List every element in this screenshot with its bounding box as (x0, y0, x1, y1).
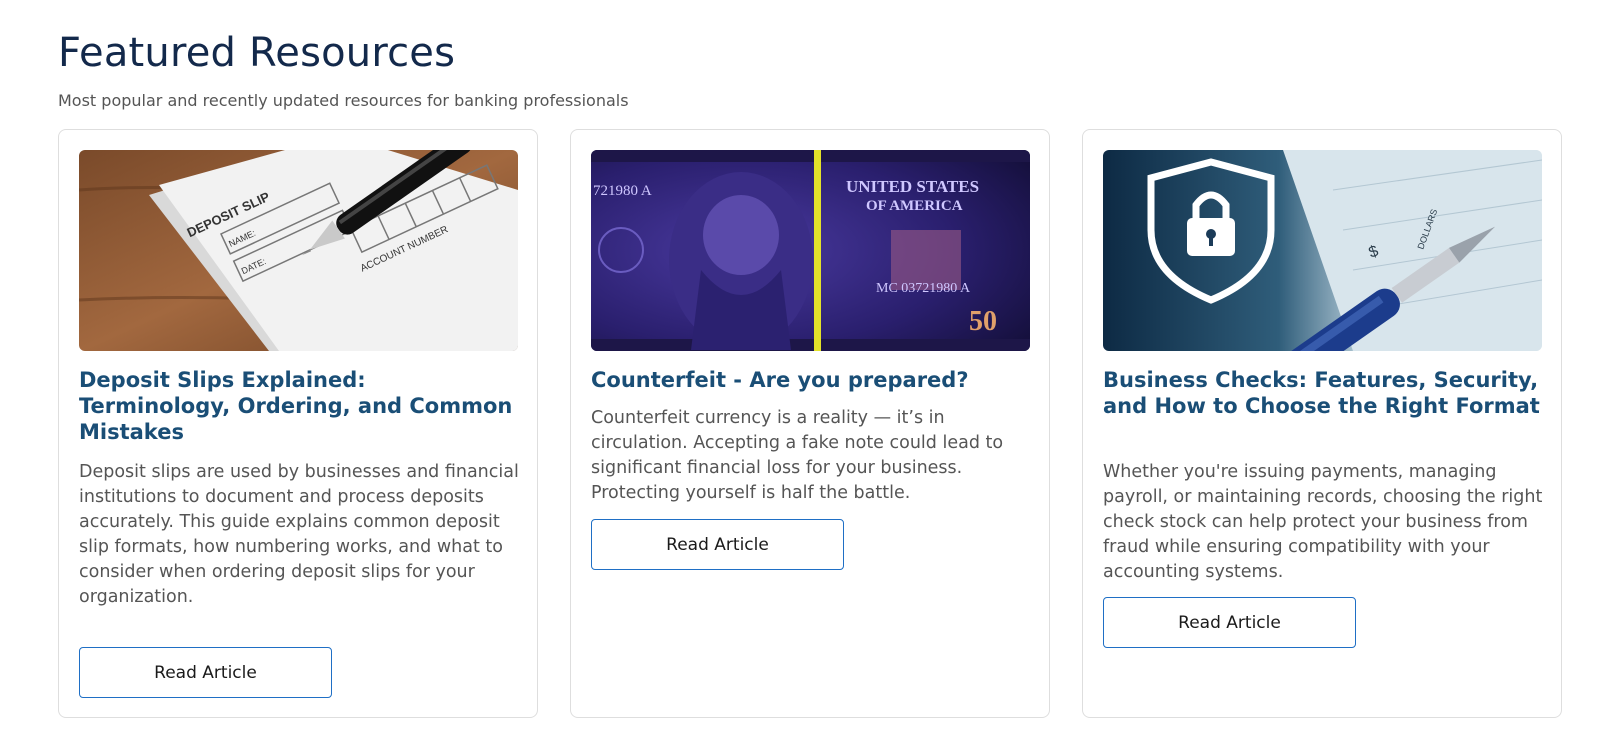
card-title: Business Checks: Features, Security, and… (1103, 368, 1540, 418)
section-title: Featured Resources (58, 30, 456, 76)
card-description: Deposit slips are used by businesses and… (79, 462, 519, 607)
image-text-serial-bottom: MC 03721980 A (876, 281, 971, 296)
read-article-button[interactable]: Read Article (1103, 597, 1356, 648)
image-text-of-america: OF AMERICA (866, 198, 963, 214)
resource-card-counterfeit: 721980 A UNITED STATES OF AMERICA MC 037… (570, 129, 1050, 718)
card-title: Counterfeit - Are you prepared? (591, 368, 969, 392)
counterfeit-bill-image: 721980 A UNITED STATES OF AMERICA MC 037… (591, 150, 1030, 351)
image-text-serial-top: 721980 A (593, 183, 652, 199)
resource-card-deposit-slips: DEPOSIT SLIP NAME: DATE: ACCOUNT NUMBER … (58, 129, 538, 718)
read-article-button[interactable]: Read Article (591, 519, 844, 570)
featured-resources-section: Featured Resources Most popular and rece… (0, 0, 1607, 752)
image-text-denomination: 50 (969, 306, 997, 337)
card-title: Deposit Slips Explained: Terminology, Or… (79, 368, 513, 444)
card-description: Whether you're issuing payments, managin… (1103, 462, 1543, 582)
deposit-slip-image: DEPOSIT SLIP NAME: DATE: ACCOUNT NUMBER (79, 150, 518, 351)
image-text-united-states: UNITED STATES (846, 177, 979, 196)
card-description: Counterfeit currency is a reality — it’s… (591, 408, 1004, 503)
read-article-button[interactable]: Read Article (79, 647, 332, 698)
resource-card-business-checks: $ DOLLARS Business Checks: Features, Sec… (1082, 129, 1562, 718)
section-subtitle: Most popular and recently updated resour… (58, 91, 629, 110)
business-checks-image: $ DOLLARS (1103, 150, 1542, 351)
